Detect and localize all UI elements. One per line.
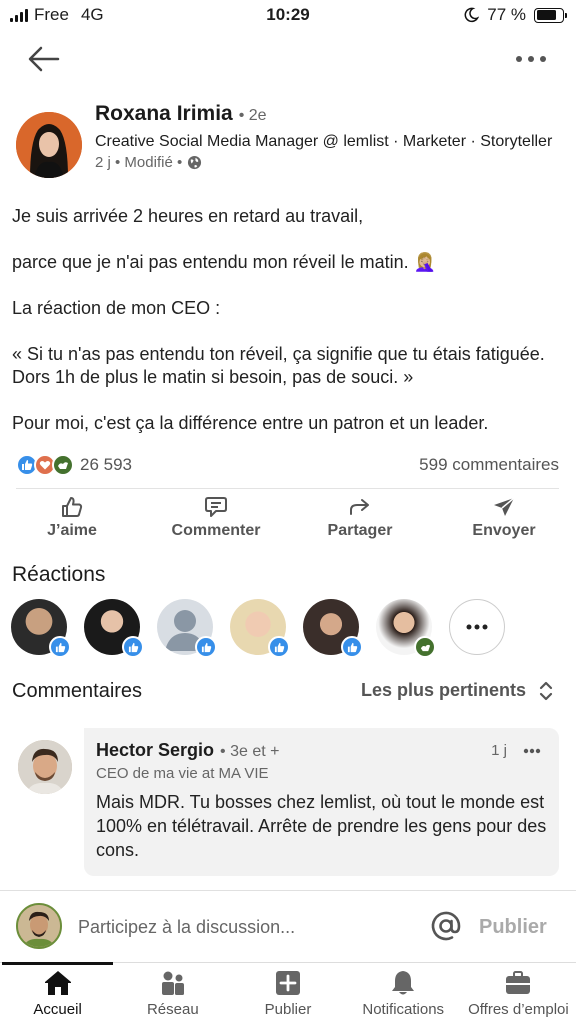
author-name[interactable]: Roxana Irimia [95,102,233,126]
more-reactions-button[interactable] [449,599,505,655]
sort-label: Les plus pertinents [360,680,526,700]
share-label: Partager [327,522,393,539]
comment-bubble: Hector Sergio • 3e et + 1 j CEO de ma vi… [84,728,559,876]
reactor-avatar[interactable] [303,599,363,658]
send-button[interactable]: Envoyer [439,496,569,544]
social-counts: 26 593 599 commentaires [16,452,559,478]
tab-notifications[interactable]: Notifications [346,963,461,1024]
post-paragraph: Je suis arrivée 2 heures en retard au tr… [12,206,364,226]
battery-percent: 77 % [487,5,526,24]
status-bar: Free 4G 10:29 77 % [0,0,576,32]
reactor-avatar[interactable] [84,599,144,658]
author-headline: Creative Social Media Manager @ lemlist … [95,133,553,150]
author-info: Roxana Irimia • 2e Creative Social Media… [95,102,565,171]
like-button[interactable]: J’aime [7,496,137,544]
comment-text: Mais MDR. Tu bosses chez lemlist, où tou… [96,792,547,860]
like-badge-icon [122,636,144,658]
like-label: J’aime [47,522,97,539]
tab-label: Accueil [33,1001,82,1018]
support-reaction-icon [52,454,74,476]
like-badge-icon [49,636,71,658]
more-options-icon[interactable] [514,50,548,68]
comment-icon [205,497,227,517]
comments-heading: Commentaires [12,680,143,702]
support-badge-icon [414,636,436,658]
share-button[interactable]: Partager [295,496,425,544]
post-paragraph: Pour moi, c'est ça la différence entre u… [12,413,489,433]
commenter-name[interactable]: Hector Sergio [96,740,214,761]
my-avatar [16,903,62,949]
bottom-tab-bar: Accueil Réseau Publier Notifications Off… [0,962,576,1024]
tab-label: Notifications [362,1001,445,1018]
tab-label: Offres d’emploi [468,1001,569,1018]
mention-at-icon[interactable] [430,910,462,942]
post-paragraph: « Si tu n'as pas entendu ton réveil, ça … [12,344,545,387]
comment-more-icon[interactable] [523,748,541,754]
reaction-count: 26 593 [80,455,132,474]
commenter-headline: CEO de ma vie at MA VIE [96,765,269,782]
post-body: Je suis arrivée 2 heures en retard au tr… [12,205,564,458]
post-icon [276,971,300,995]
reactor-avatar[interactable] [157,599,217,658]
like-badge-icon [341,636,363,658]
comments-count-link[interactable]: 599 commentaires [419,455,559,475]
publish-comment-button[interactable]: Publier [479,916,547,939]
post-paragraph: parce que je n'ai pas entendu mon réveil… [12,252,437,272]
post-paragraph: La réaction de mon CEO : [12,298,221,318]
tab-jobs[interactable]: Offres d’emploi [461,963,576,1024]
tab-network[interactable]: Réseau [115,963,230,1024]
post-meta: 2 j • Modifié • [95,154,565,171]
commenter-avatar[interactable] [18,740,72,794]
connection-degree: • 2e [238,107,267,124]
share-icon [350,499,369,515]
post-meta-text: 2 j • Modifié • [95,154,183,171]
sort-chevron-icon [539,681,553,700]
thumbs-up-icon [62,497,83,517]
reactor-avatar[interactable] [230,599,290,658]
briefcase-icon [506,971,531,994]
tab-post[interactable]: Publier [230,963,345,1024]
globe-icon [188,155,202,170]
tab-label: Publier [264,1001,312,1018]
comment-label: Commenter [171,522,261,539]
back-arrow-icon[interactable] [26,44,62,74]
moon-icon [464,7,480,23]
reactor-avatar[interactable] [376,599,436,658]
home-icon [44,971,71,995]
status-right: 77 % [463,5,567,25]
top-nav [0,36,576,82]
reaction-summary[interactable]: 26 593 [16,454,132,476]
send-icon [494,497,515,516]
ellipsis-icon [466,624,488,630]
send-label: Envoyer [472,522,536,539]
comment-input[interactable]: Participez à la discussion... [78,917,295,938]
action-bar: J’aime Commenter Partager Envoyer [0,496,576,544]
tab-label: Réseau [146,1001,199,1018]
reactor-avatar[interactable] [11,599,71,658]
reactors-list [11,599,505,658]
comment-time: 1 j [491,742,507,759]
like-badge-icon [195,636,217,658]
divider [16,488,559,489]
like-badge-icon [268,636,290,658]
reactions-heading: Réactions [12,563,106,586]
tab-home[interactable]: Accueil [0,962,115,1024]
network-icon [161,971,184,995]
battery-icon [534,7,567,23]
comment-composer: Participez à la discussion... Publier [0,890,576,962]
comment-button[interactable]: Commenter [151,496,281,544]
sort-dropdown[interactable]: Les plus pertinents [361,680,554,701]
author-avatar[interactable] [16,112,82,178]
commenter-degree: • 3e et + [220,743,280,760]
bell-icon [392,971,415,995]
